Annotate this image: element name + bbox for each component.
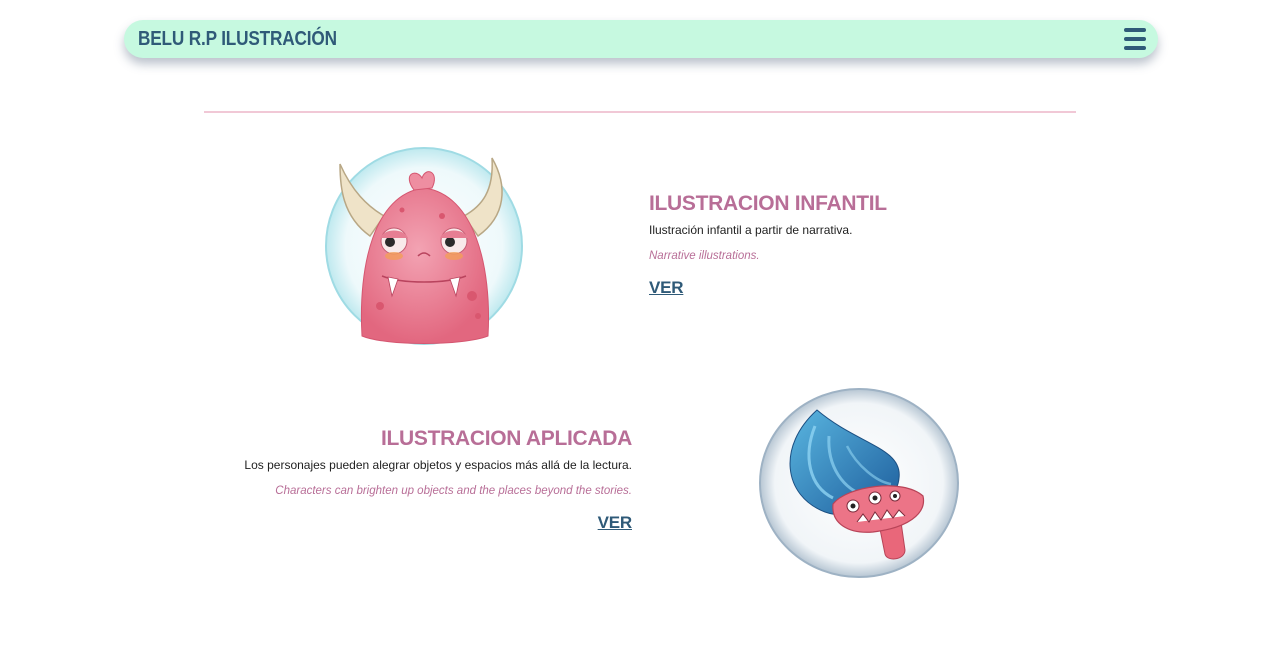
- site-brand[interactable]: BELU R.P ILUSTRACIÓN: [138, 28, 337, 51]
- menu-line: [1124, 37, 1146, 41]
- section-english-infantil: Narrative illustrations.: [649, 250, 760, 262]
- hamburger-menu-icon[interactable]: [1124, 28, 1146, 50]
- top-nav-bar: BELU R.P ILUSTRACIÓN: [124, 20, 1158, 58]
- section-title-infantil: ILUSTRACION INFANTIL: [649, 192, 887, 215]
- section-title-aplicada: ILUSTRACION APLICADA: [380, 427, 632, 450]
- section-description-aplicada: Los personajes pueden alegrar objetos y …: [244, 458, 632, 472]
- pink-horned-monster-illustration[interactable]: [322, 146, 526, 348]
- menu-line: [1124, 46, 1146, 50]
- section-description-infantil: Ilustración infantil a partir de narrati…: [649, 223, 853, 237]
- ver-link-aplicada[interactable]: VER: [598, 513, 633, 533]
- blue-mushroom-monster-illustration[interactable]: [757, 386, 961, 580]
- menu-line: [1124, 28, 1146, 32]
- ver-link-infantil[interactable]: VER: [649, 278, 684, 298]
- section-divider: [204, 111, 1076, 113]
- section-english-aplicada: Characters can brighten up objects and t…: [275, 485, 632, 497]
